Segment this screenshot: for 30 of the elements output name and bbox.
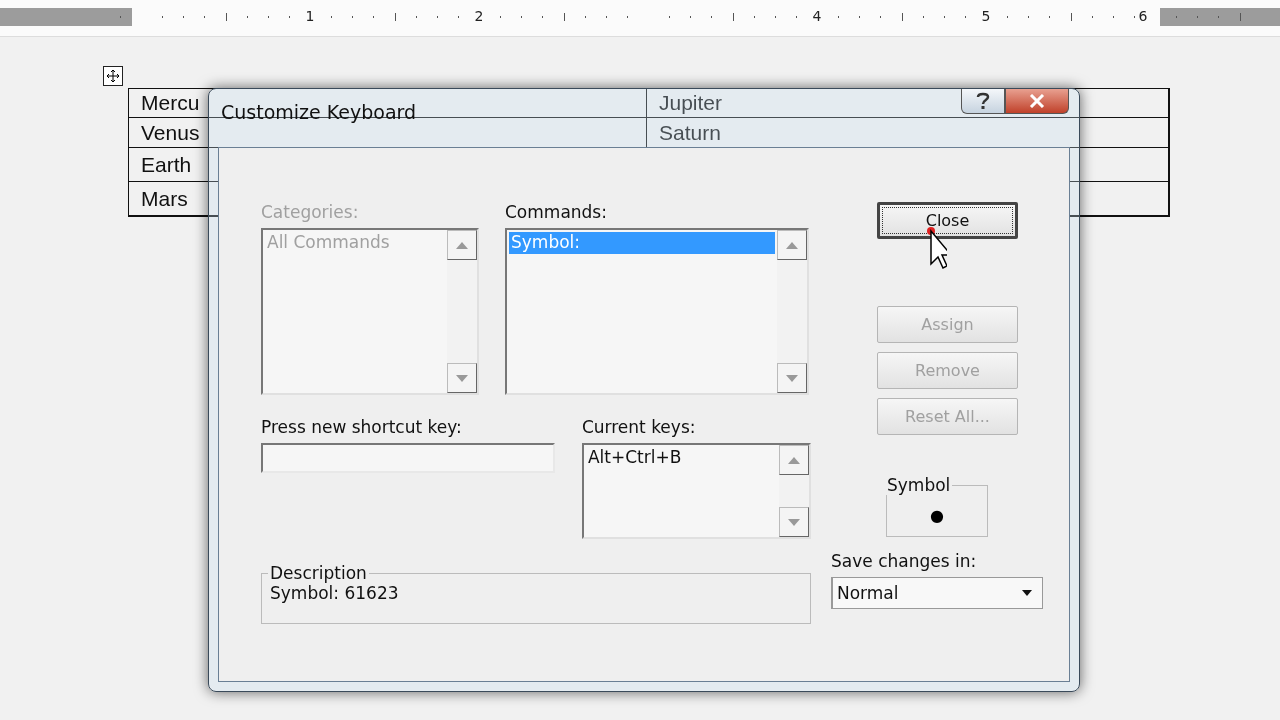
ruler-number: 6 [1138, 8, 1148, 24]
scroll-up-icon[interactable] [447, 230, 477, 260]
list-item[interactable]: Alt+Ctrl+B [585, 447, 777, 469]
group-label: Symbol [886, 475, 952, 495]
field-label: Save changes in: [831, 551, 978, 571]
scroll-down-icon[interactable] [779, 507, 809, 537]
dropdown-caret-icon [1022, 590, 1032, 596]
group-label: Description [269, 563, 368, 583]
ruler-number: 4 [812, 8, 822, 24]
list-item[interactable]: Symbol: [509, 232, 775, 254]
scroll-down-icon[interactable] [447, 363, 477, 393]
list-box[interactable]: Alt+Ctrl+B [581, 443, 811, 539]
mouse-pointer-icon [925, 226, 947, 270]
list-box[interactable]: Symbol: [505, 228, 809, 395]
scroll-down-icon[interactable] [777, 363, 807, 393]
ruler-number: 2 [474, 8, 484, 24]
close-icon[interactable] [1005, 89, 1069, 114]
description-text: Symbol: 61623 [270, 583, 399, 603]
dialog-button[interactable]: Close [877, 202, 1018, 239]
help-icon[interactable] [961, 89, 1005, 114]
list-label: Current keys: [581, 417, 697, 437]
symbol-glyph: ● [930, 506, 944, 525]
shortcut-field[interactable] [261, 443, 555, 473]
scroll-up-icon[interactable] [777, 230, 807, 260]
scroll-up-icon[interactable] [779, 445, 809, 475]
move-handle-icon[interactable] [103, 66, 123, 86]
ruler-number: 1 [305, 8, 315, 24]
field-label: Press new shortcut key: [261, 417, 463, 437]
save-dropdown[interactable]: Normal [831, 577, 1043, 609]
ruler-number: 5 [981, 8, 991, 24]
